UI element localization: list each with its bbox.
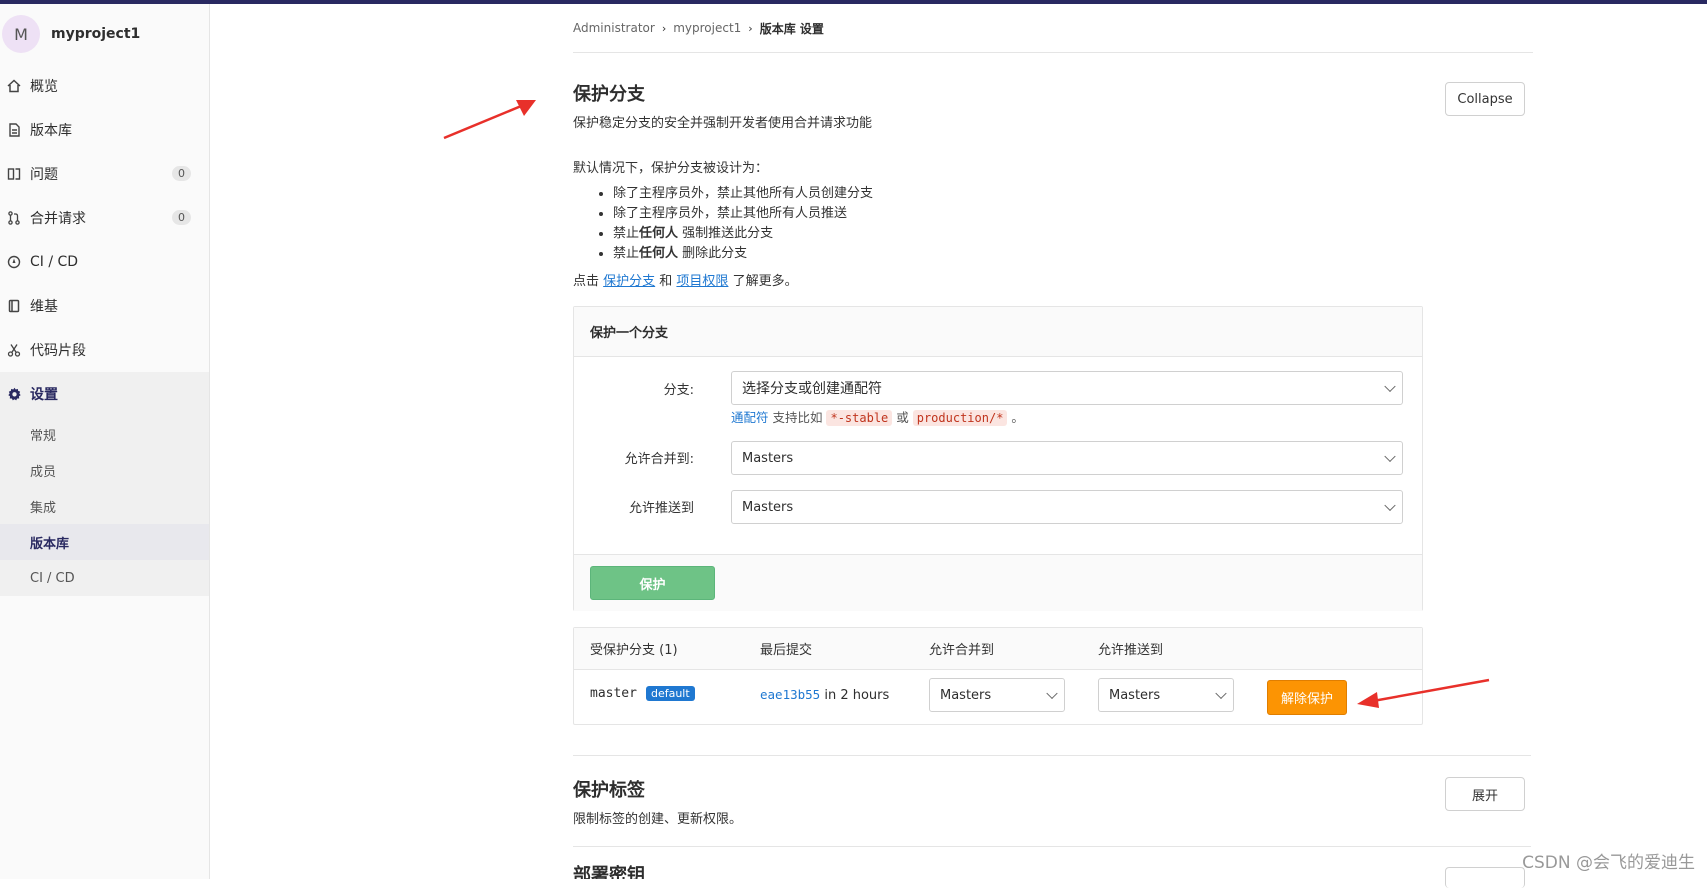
- issues-count-badge: 0: [172, 166, 191, 181]
- chevron-right-icon: ›: [748, 21, 753, 35]
- allowed-to-push-select[interactable]: Masters: [731, 490, 1403, 524]
- column-header-last-commit: 最后提交: [760, 643, 813, 658]
- learn-more-text: 点击 保护分支 和 项目权限 了解更多。: [573, 274, 798, 289]
- rules-list: 除了主程序员外，禁止其他所有人员创建分支 除了主程序员外，禁止其他所有人员推送 …: [573, 184, 1353, 264]
- watermark: CSDN @会飞的爱迪生: [1522, 853, 1695, 873]
- column-header-branch: 受保护分支 (1): [590, 643, 678, 658]
- sidebar-item-repository[interactable]: 版本库: [0, 108, 209, 152]
- wildcard-hint: 通配符 支持比如 *-stable 或 production/* 。: [731, 410, 1024, 426]
- collapse-button[interactable]: Collapse: [1445, 82, 1525, 116]
- table-header: [574, 628, 1422, 670]
- list-item: 除了主程序员外，禁止其他所有人员推送: [613, 204, 1353, 224]
- scissors-icon: [6, 342, 22, 358]
- allowed-to-push-label: 允许推送到: [628, 501, 694, 516]
- branch-cell: master default: [590, 686, 695, 701]
- issues-icon: [6, 166, 22, 182]
- sidebar-subitem-members[interactable]: 成员: [0, 452, 209, 488]
- form-title: 保护一个分支: [574, 307, 1422, 357]
- unprotect-button[interactable]: 解除保护: [1267, 680, 1347, 715]
- sidebar-item-label: CI / CD: [30, 254, 79, 270]
- wildcard-link[interactable]: 通配符: [731, 410, 769, 425]
- sidebar-subitem-repository[interactable]: 版本库: [0, 524, 209, 560]
- sidebar-subitem-ci-cd[interactable]: CI / CD: [0, 560, 209, 596]
- chevron-down-icon: [1384, 499, 1396, 512]
- settings-group: 设置 常规 成员 集成 版本库 CI / CD: [0, 372, 209, 596]
- commit-time: in 2 hours: [820, 688, 890, 703]
- project-name: myproject1: [51, 26, 141, 42]
- row-allowed-push-select[interactable]: Masters: [1098, 678, 1234, 712]
- commit-hash-link[interactable]: eae13b55: [760, 687, 820, 702]
- book-icon: [6, 298, 22, 314]
- gear-icon: [6, 386, 22, 402]
- protect-button[interactable]: 保护: [590, 566, 715, 600]
- sidebar-item-settings[interactable]: 设置: [0, 372, 209, 416]
- chevron-right-icon: ›: [661, 21, 667, 35]
- chevron-down-icon: [1215, 687, 1227, 700]
- sidebar-item-label: 问题: [30, 167, 58, 183]
- sidebar-subitem-integrations[interactable]: 集成: [0, 488, 209, 524]
- rocket-icon: [6, 254, 22, 270]
- expand-button[interactable]: 展开: [1445, 777, 1525, 811]
- protected-branches-link[interactable]: 保护分支: [603, 274, 655, 289]
- breadcrumb-admin[interactable]: Administrator: [573, 21, 655, 35]
- section-description: 限制标签的创建、更新权限。: [573, 812, 743, 827]
- chevron-down-icon: [1384, 380, 1396, 393]
- allowed-to-merge-select[interactable]: Masters: [731, 441, 1403, 475]
- sidebar-item-ci-cd[interactable]: CI / CD: [0, 240, 209, 284]
- sidebar-item-merge-requests[interactable]: 合并请求 0: [0, 196, 209, 240]
- breadcrumb-project[interactable]: myproject1: [673, 21, 741, 35]
- column-header-allowed-push: 允许推送到: [1098, 643, 1164, 658]
- default-intro-text: 默认情况下，保护分支被设计为：: [573, 161, 769, 176]
- sidebar-item-label: 设置: [30, 387, 58, 403]
- protect-branch-form: 保护一个分支 分支: 选择分支或创建通配符 通配符 支持比如 *-stable …: [573, 306, 1423, 611]
- chevron-down-icon: [1046, 687, 1058, 700]
- protect-branch-intro: 默认情况下，保护分支被设计为： 除了主程序员外，禁止其他所有人员创建分支 除了主…: [573, 157, 1353, 289]
- list-item: 除了主程序员外，禁止其他所有人员创建分支: [613, 184, 1353, 204]
- sidebar-item-overview[interactable]: 概览: [0, 64, 209, 108]
- sidebar-item-wiki[interactable]: 维基: [0, 284, 209, 328]
- branch-name: master: [590, 686, 637, 701]
- allowed-to-merge-label: 允许合并到:: [624, 452, 694, 467]
- document-icon: [6, 122, 22, 138]
- deploy-keys-expand-button[interactable]: [1445, 867, 1525, 888]
- chevron-down-icon: [1384, 450, 1396, 463]
- project-avatar: M: [2, 15, 40, 53]
- list-item: 禁止任何人 强制推送此分支: [613, 224, 1353, 244]
- sidebar-item-label: 维基: [30, 299, 58, 315]
- sidebar-item-label: 代码片段: [30, 343, 86, 359]
- section-divider: [573, 755, 1531, 756]
- merge-request-icon: [6, 210, 22, 226]
- annotation-arrow-top: [443, 100, 536, 140]
- main-content: Administrator › myproject1 › 版本库 设置: [573, 4, 1533, 53]
- sidebar-item-label: 版本库: [30, 123, 72, 139]
- section-title-deploy-keys: 部署密钥: [573, 865, 645, 879]
- breadcrumb: Administrator › myproject1 › 版本库 设置: [573, 4, 1533, 53]
- sidebar-item-issues[interactable]: 问题 0: [0, 152, 209, 196]
- sidebar-subitem-general[interactable]: 常规: [0, 416, 209, 452]
- protect-branches-header: 保护分支 保护稳定分支的安全并强制开发者使用合并请求功能: [573, 80, 872, 131]
- column-header-allowed-merge: 允许合并到: [929, 643, 995, 658]
- row-allowed-merge-select[interactable]: Masters: [929, 678, 1065, 712]
- project-header[interactable]: M myproject1: [0, 4, 209, 64]
- default-badge: default: [645, 686, 695, 701]
- sidebar-item-label: 概览: [30, 79, 58, 95]
- project-sidebar: M myproject1 概览 版本库 问题 0 合并请求 0 CI / CD: [0, 4, 210, 879]
- section-title-protect-branches: 保护分支: [573, 84, 645, 105]
- annotation-arrow-unprotect: [1357, 678, 1490, 708]
- branch-label: 分支:: [663, 383, 694, 398]
- home-icon: [6, 78, 22, 94]
- branch-select[interactable]: 选择分支或创建通配符: [731, 371, 1403, 405]
- sidebar-item-label: 合并请求: [30, 211, 86, 227]
- breadcrumb-current[interactable]: 版本库 设置: [760, 20, 824, 37]
- merge-requests-count-badge: 0: [172, 210, 191, 225]
- section-description: 保护稳定分支的安全并强制开发者使用合并请求功能: [573, 116, 873, 131]
- section-title-protect-tags: 保护标签: [573, 780, 645, 801]
- sidebar-item-snippets[interactable]: 代码片段: [0, 328, 209, 372]
- project-permissions-link[interactable]: 项目权限: [676, 274, 728, 289]
- last-commit-cell: eae13b55 in 2 hours: [760, 687, 889, 703]
- protect-tags-header: 保护标签 限制标签的创建、更新权限。: [573, 776, 742, 827]
- section-divider: [573, 846, 1531, 847]
- protected-branches-table: 受保护分支 (1) 最后提交 允许合并到 允许推送到 master defaul…: [573, 627, 1423, 725]
- list-item: 禁止任何人 删除此分支: [613, 244, 1353, 264]
